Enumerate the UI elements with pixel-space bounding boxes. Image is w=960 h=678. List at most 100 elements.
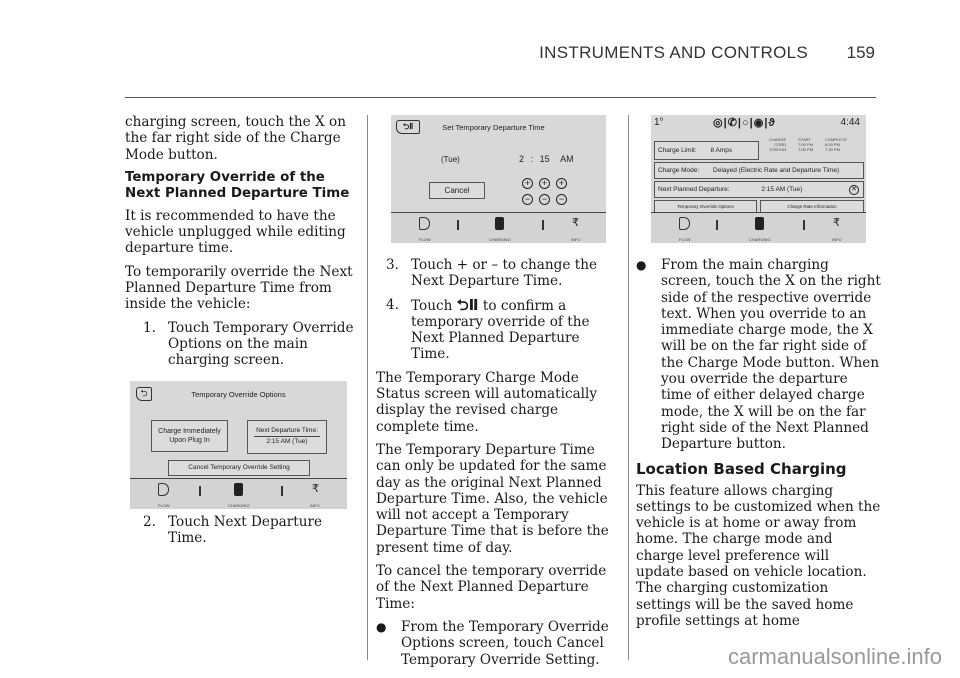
nav-separator xyxy=(199,486,201,496)
nav-separator xyxy=(457,220,459,230)
charging-icon[interactable] xyxy=(234,483,243,496)
charge-limit-button[interactable]: Charge Limit: 8 Amps xyxy=(654,141,759,160)
ampm-plus-button[interactable]: + xyxy=(556,178,567,189)
phone-icon[interactable]: ✆ xyxy=(728,117,738,129)
column-2: 3. Touch + or – to change the Next Depar… xyxy=(376,257,621,675)
bottom-nav-bar: FLOW CHARGING ₹ INFO xyxy=(651,212,866,243)
column-divider xyxy=(367,115,368,660)
step-number: 2. xyxy=(143,514,156,530)
next-dep-label: Next Planned Departure: xyxy=(658,186,730,193)
step-text: Touch + or – to change the Next Departur… xyxy=(411,257,597,290)
info-icon[interactable]: ₹ xyxy=(572,217,584,232)
nav-separator xyxy=(281,486,283,496)
info-icon[interactable]: ₹ xyxy=(833,217,845,232)
temperature: 1° xyxy=(654,117,664,128)
charge-mode-value: Delayed (Electric Rate and Departure Tim… xyxy=(713,167,840,174)
hour-value: 2 xyxy=(519,154,525,164)
button-label: Next Departure Time: xyxy=(256,427,318,434)
clock: 4:44 xyxy=(840,117,860,128)
paragraph: The Temporary Charge Mode Status screen … xyxy=(376,369,598,435)
table-cell: 7:00 PM xyxy=(798,147,814,152)
step-text: Touch ⮌Ⅱ to confirm a temporary override… xyxy=(411,295,621,363)
ampm-minus-button[interactable]: − xyxy=(556,194,567,205)
charge-immediately-button[interactable]: Charge Immediately Upon Plug In xyxy=(151,420,228,452)
wifi-icon[interactable]: ◉ xyxy=(754,117,765,129)
time-colon: : xyxy=(530,154,534,164)
time-display: 2 : 15 AM xyxy=(519,154,574,164)
page-number: 159 xyxy=(846,43,875,62)
minute-plus-button[interactable]: + xyxy=(539,178,550,189)
nav-label-flow: FLOW xyxy=(158,503,170,508)
watermark: carmanualsonline.info xyxy=(727,644,942,669)
flow-icon[interactable] xyxy=(158,483,169,496)
column-divider xyxy=(628,115,629,660)
step-3: 3. Touch + or – to change the Next Depar… xyxy=(386,257,621,290)
charge-mode-button[interactable]: Charge Mode: Delayed (Electric Rate and … xyxy=(654,162,864,179)
back-confirm-icon[interactable]: ⮌Ⅱ xyxy=(396,120,420,134)
screen-main-charging: 1° ◎|✆|○|◉|ϑ 4:44 Charge Limit: 8 Amps C… xyxy=(651,115,866,243)
paragraph: To temporarily override the Next Planned… xyxy=(125,263,353,313)
intro-paragraph: charging screen, touch the X on the far … xyxy=(125,114,346,163)
nav-icon[interactable]: ○ xyxy=(742,117,750,129)
screen-temporary-override-options: ⮌ Temporary Override Options Charge Imme… xyxy=(130,381,347,509)
header-rule xyxy=(125,97,876,98)
minute-value: 15 xyxy=(539,154,550,164)
nav-label-flow: FLOW xyxy=(419,237,431,242)
back-confirm-icon: ⮌Ⅱ xyxy=(456,295,479,314)
page-header: INSTRUMENTS AND CONTROLS 159 xyxy=(0,43,875,63)
step-1: 1. Touch Temporary Override Options on t… xyxy=(143,320,357,369)
nav-label-flow: FLOW xyxy=(679,237,691,242)
bullet-icon: ● xyxy=(376,619,387,634)
nav-separator xyxy=(542,220,544,230)
cancel-button[interactable]: Cancel xyxy=(429,182,485,199)
step-number: 1. xyxy=(143,319,156,336)
bullet-icon: ● xyxy=(636,258,647,272)
step-number: 4. xyxy=(386,296,399,313)
bullet-item: ● From the Temporary Override Options sc… xyxy=(376,619,621,668)
table-cell: STATION xyxy=(769,147,787,152)
column-1: charging screen, touch the X on the far … xyxy=(125,114,357,376)
paragraph: It is recommended to have the vehicle un… xyxy=(125,207,346,257)
cancel-override-button[interactable]: Cancel Temporary Override Setting xyxy=(168,460,310,476)
step-number: 3. xyxy=(386,257,399,273)
next-departure-time-button[interactable]: Next Departure Time: 2:15 AM (Tue) xyxy=(247,420,327,454)
bullet-text: From the Temporary Override Options scre… xyxy=(401,618,609,668)
flow-icon[interactable] xyxy=(419,217,430,230)
hour-minus-button[interactable]: − xyxy=(522,194,533,205)
hour-plus-button[interactable]: + xyxy=(522,178,533,189)
bullet-text: From the main charging screen, touch the… xyxy=(661,257,881,453)
column-1-continued: 2. Touch Next Departure Time. xyxy=(125,514,357,554)
button-value: 2:15 AM (Tue) xyxy=(254,436,320,445)
next-planned-departure-button[interactable]: Next Planned Departure: 2:15 AM (Tue) ✕ xyxy=(654,181,864,198)
section-heading: Location Based Charging xyxy=(636,459,847,478)
status-icons: ◎|✆|○|◉|ϑ xyxy=(713,116,776,129)
paragraph: To cancel the temporary override of the … xyxy=(376,563,607,612)
paragraph: The Temporary Departure Time can only be… xyxy=(376,441,609,556)
charge-limit-label: Charge Limit: xyxy=(658,147,697,154)
paragraph: This feature allows charging settings to… xyxy=(636,482,881,629)
section-heading: Temporary Override of the Next Planned D… xyxy=(125,169,350,201)
audio-icon[interactable]: ◎ xyxy=(713,117,724,129)
charging-icon[interactable] xyxy=(495,217,504,230)
nav-label-info: INFO xyxy=(571,237,581,242)
charging-icon[interactable] xyxy=(755,217,764,230)
bottom-nav-bar: FLOW CHARGING ₹ INFO xyxy=(130,478,347,509)
nav-label-charging: CHARGING xyxy=(749,237,771,242)
charge-time-table: CHARGE START COMPLETE CORD 7:00 PM 6:00 … xyxy=(763,137,853,152)
charge-limit-value: 8 Amps xyxy=(710,147,733,154)
step-2: 2. Touch Next Departure Time. xyxy=(143,514,357,547)
screen-title: Set Temporary Departure Time xyxy=(442,123,545,132)
flow-icon[interactable] xyxy=(679,217,690,230)
section-title: INSTRUMENTS AND CONTROLS xyxy=(539,43,808,62)
minute-minus-button[interactable]: − xyxy=(539,194,550,205)
minus-buttons-row: − − − xyxy=(519,189,570,207)
column-3: ● From the main charging screen, touch t… xyxy=(636,257,881,636)
nav-separator xyxy=(803,220,805,230)
screen-set-temporary-departure-time: ⮌Ⅱ Set Temporary Departure Time (Tue) 2 … xyxy=(391,115,606,243)
nav-label-charging: CHARGING xyxy=(228,503,250,508)
step-4: 4. Touch ⮌Ⅱ to confirm a temporary overr… xyxy=(386,295,621,363)
plug-icon[interactable]: ϑ xyxy=(768,117,775,129)
charge-mode-label: Charge Mode: xyxy=(658,167,700,174)
info-icon[interactable]: ₹ xyxy=(312,483,324,498)
close-x-icon[interactable]: ✕ xyxy=(849,185,859,195)
